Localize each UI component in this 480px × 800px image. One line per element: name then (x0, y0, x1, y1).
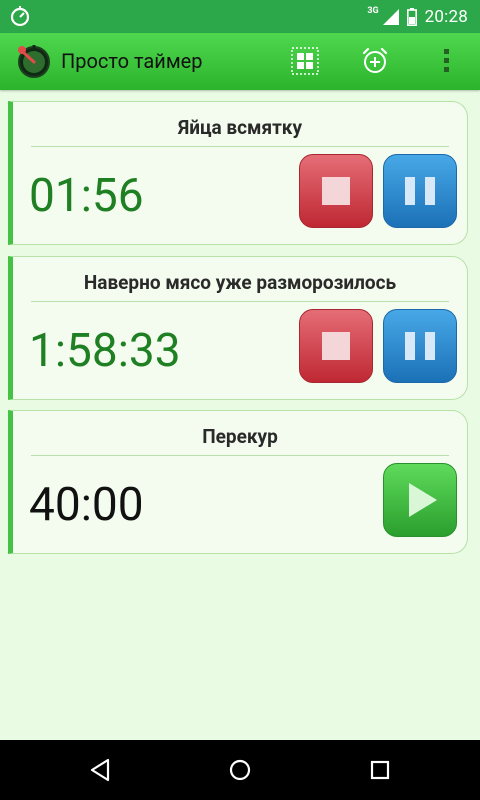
divider (31, 146, 449, 147)
pause-icon (405, 332, 435, 360)
timer-app-icon (10, 6, 30, 27)
stop-icon (322, 332, 350, 360)
back-button[interactable] (86, 756, 114, 784)
play-button[interactable] (383, 463, 457, 537)
pause-icon (405, 177, 435, 205)
overflow-menu-button[interactable] (432, 46, 462, 76)
back-icon (90, 758, 110, 782)
stop-button[interactable] (299, 154, 373, 228)
grid-icon (291, 47, 319, 75)
grid-view-button[interactable] (290, 46, 320, 76)
divider (31, 455, 449, 456)
pause-button[interactable] (383, 309, 457, 383)
navigation-bar (0, 740, 480, 800)
signal-icon (382, 8, 399, 25)
timer-title: Наверно мясо уже разморозилось (83, 271, 397, 294)
timer-countdown: 40:00 (29, 478, 144, 532)
pause-button[interactable] (383, 154, 457, 228)
battery-icon (406, 7, 417, 26)
app-title: Просто таймер (61, 49, 203, 73)
stop-button[interactable] (299, 309, 373, 383)
status-bar: 3G 20:28 (0, 0, 480, 33)
timer-countdown: 01:56 (29, 169, 144, 223)
timer-card[interactable]: Наверно мясо уже разморозилось 1:58:33 (8, 256, 468, 400)
timer-countdown: 1:58:33 (29, 324, 181, 378)
timer-title: Яйца всмятку (177, 116, 303, 139)
divider (31, 301, 449, 302)
clock-time: 20:28 (424, 6, 468, 27)
network-type-label: 3G (367, 5, 379, 16)
add-alarm-icon (362, 47, 388, 73)
timer-title: Перекур (202, 425, 278, 448)
play-icon (409, 483, 437, 517)
timer-card[interactable]: Перекур 40:00 (8, 410, 468, 554)
stop-icon (322, 177, 350, 205)
add-alarm-button[interactable] (360, 46, 390, 76)
recents-icon (370, 760, 390, 780)
home-icon (229, 759, 251, 781)
app-bar: Просто таймер (0, 33, 480, 90)
more-vert-icon (444, 49, 449, 72)
timer-card[interactable]: Яйца всмятку 01:56 (8, 101, 468, 245)
recents-button[interactable] (366, 756, 394, 784)
home-button[interactable] (226, 756, 254, 784)
app-logo-icon (18, 45, 50, 78)
